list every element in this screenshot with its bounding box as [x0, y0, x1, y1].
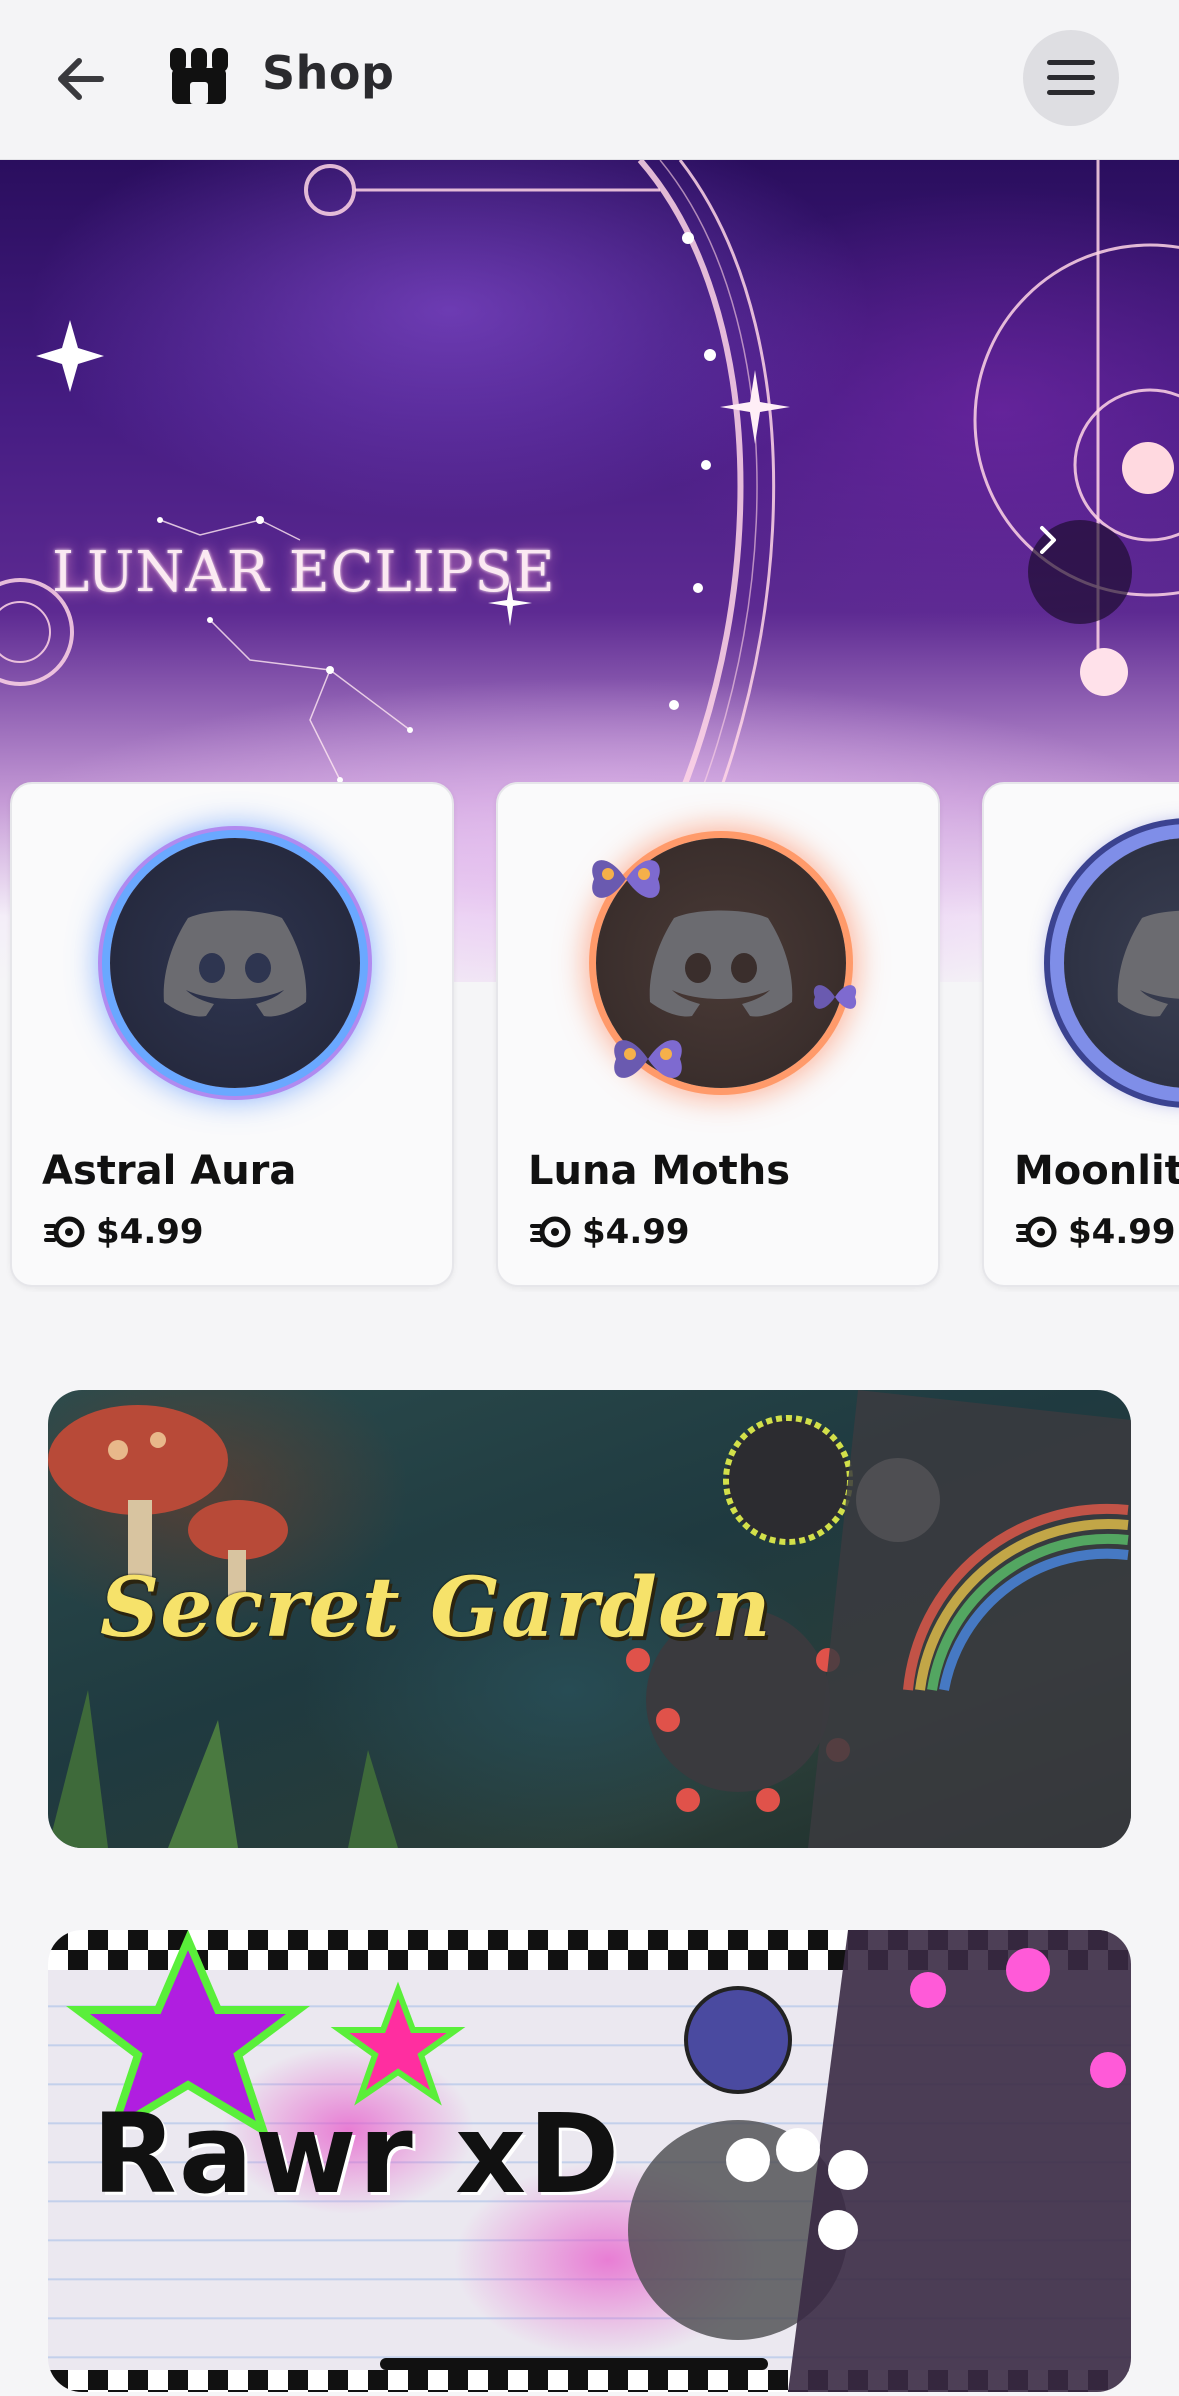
- discord-logo-icon: [649, 910, 793, 1017]
- home-indicator: [380, 2358, 768, 2370]
- product-name: Moonlit C: [1014, 1148, 1179, 1194]
- price-row: $4.99: [528, 1212, 690, 1252]
- avatar-decoration-preview: [1064, 838, 1179, 1088]
- arrow-left-icon: [58, 58, 104, 100]
- nitro-icon: [1016, 1216, 1057, 1248]
- discord-logo-icon: [163, 910, 307, 1017]
- price-row: $4.99: [42, 1212, 204, 1252]
- shop-storefront-icon: [168, 44, 230, 106]
- nitro-icon: [530, 1216, 571, 1248]
- product-price: $4.99: [96, 1212, 204, 1252]
- moth-icon: [592, 860, 660, 898]
- price-row: $4.99: [1014, 1212, 1176, 1252]
- product-name: Astral Aura: [42, 1148, 297, 1194]
- banner-title: Secret Garden: [100, 1560, 772, 1656]
- avatar-decoration-preview: [110, 838, 360, 1088]
- nitro-icon: [44, 1216, 85, 1248]
- page-title: Shop: [262, 46, 395, 100]
- hero-next-button[interactable]: [1028, 520, 1132, 624]
- menu-button[interactable]: [1023, 30, 1119, 126]
- top-app-bar: Shop: [0, 0, 1179, 160]
- collection-banner-secret-garden[interactable]: Secret Garden: [48, 1390, 1131, 1848]
- moth-icon: [813, 985, 857, 1009]
- banner-title: Rawr xD: [92, 2090, 622, 2218]
- product-card[interactable]: Astral Aura $4.99: [10, 782, 454, 1287]
- product-card[interactable]: Luna Moths $4.99: [496, 782, 940, 1287]
- product-name: Luna Moths: [528, 1148, 791, 1194]
- hamburger-menu-icon: [1047, 60, 1095, 95]
- moth-icon: [614, 1040, 682, 1078]
- product-price: $4.99: [582, 1212, 690, 1252]
- back-button[interactable]: [40, 38, 122, 120]
- collection-banner-rawr-xd[interactable]: Rawr xD: [48, 1930, 1131, 2392]
- discord-logo-icon: [1117, 910, 1179, 1017]
- product-card[interactable]: Moonlit C $4.99: [982, 782, 1179, 1287]
- product-price: $4.99: [1068, 1212, 1176, 1252]
- chevron-right-icon: [1040, 526, 1056, 554]
- hero-title: LUNAR ECLIPSE: [52, 540, 556, 605]
- product-carousel[interactable]: Astral Aura $4.99 Luna Moths $4.99 Moonl…: [0, 782, 1179, 1292]
